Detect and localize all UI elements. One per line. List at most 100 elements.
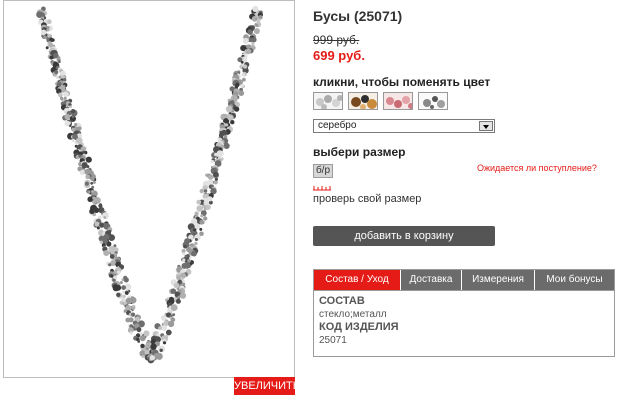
necklace-bead [91, 189, 95, 193]
necklace-bead [74, 123, 78, 127]
necklace-bead [94, 221, 100, 227]
necklace-bead [165, 329, 172, 336]
necklace-bead [156, 333, 160, 337]
necklace-bead [131, 312, 136, 317]
necklace-bead [207, 174, 214, 180]
necklace-bead [240, 84, 245, 88]
necklace-bead [90, 181, 94, 185]
swatch-brown[interactable] [348, 92, 378, 110]
necklace-bead [199, 188, 204, 194]
color-label: кликни, чтобы поменять цвет [313, 75, 491, 89]
necklace-bead [92, 196, 96, 200]
necklace-bead [109, 254, 115, 259]
product-image[interactable] [3, 0, 295, 378]
necklace-bead [175, 298, 181, 304]
product-code-heading: КОД ИЗДЕЛИЯ [319, 321, 399, 333]
necklace-bead [200, 220, 205, 225]
necklace-bead [92, 200, 96, 204]
necklace-bead [45, 46, 49, 50]
necklace-bead [79, 169, 86, 176]
size-label: выбери размер [313, 145, 406, 159]
necklace-bead [214, 177, 218, 181]
necklace-bead [213, 171, 219, 178]
necklace-bead [159, 348, 163, 352]
composition-heading: СОСТАВ [319, 295, 365, 307]
necklace-bead [98, 203, 103, 207]
necklace-bead [255, 23, 258, 27]
tab-content: СОСТАВ стекло;металл КОД ИЗДЕЛИЯ 25071 [314, 291, 614, 351]
tab-measurements[interactable]: Измерения [462, 270, 535, 290]
necklace-bead [210, 159, 214, 164]
necklace-bead [173, 282, 180, 289]
info-tabs: Состав / Уход Доставка Измерения Мои бон… [314, 270, 614, 291]
tab-bonuses[interactable]: Мои бонусы [535, 270, 614, 290]
tab-composition[interactable]: Состав / Уход [314, 270, 401, 290]
swatch-pink[interactable] [383, 92, 413, 110]
product-title: Бусы (25071) [313, 8, 403, 24]
necklace-bead [242, 37, 249, 44]
availability-link[interactable]: Ожидается ли поступление? [477, 163, 597, 173]
zoom-button[interactable]: УВЕЛИЧИТЬ [234, 377, 300, 395]
necklace-bead [223, 142, 230, 149]
necklace-bead [256, 18, 261, 23]
necklace-bead [69, 105, 72, 109]
necklace-bead [183, 244, 188, 249]
necklace-bead [86, 165, 90, 169]
necklace-bead [213, 180, 218, 185]
necklace-bead [49, 55, 54, 60]
chevron-down-icon[interactable] [479, 121, 493, 131]
necklace-bead [253, 28, 260, 35]
necklace-bead [182, 252, 186, 256]
necklace-bead [139, 335, 146, 342]
necklace-bead [207, 196, 213, 202]
swatch-silver[interactable] [313, 92, 343, 110]
necklace-bead [71, 139, 75, 143]
necklace-bead [172, 313, 176, 317]
necklace-bead [57, 92, 63, 98]
size-option[interactable]: б/р [313, 164, 333, 178]
necklace-bead [43, 35, 47, 40]
necklace-bead [99, 222, 105, 228]
check-size-link[interactable]: проверь свой размер [313, 193, 421, 205]
necklace-bead [140, 343, 145, 349]
necklace-bead [71, 115, 75, 119]
swatch-grey[interactable] [418, 92, 448, 110]
necklace-bead [199, 231, 204, 237]
necklace-bead [136, 327, 142, 333]
necklace-image [36, 5, 263, 364]
necklace-bead [241, 73, 245, 77]
necklace-bead [87, 190, 91, 194]
necklace-bead [225, 105, 233, 113]
necklace-bead [77, 126, 82, 131]
necklace-bead [194, 211, 199, 216]
product-code-value: 25071 [319, 335, 347, 346]
necklace-bead [47, 19, 52, 25]
necklace-bead [182, 258, 186, 262]
necklace-bead [240, 60, 244, 64]
necklace-bead [123, 309, 127, 313]
necklace-bead [203, 216, 208, 221]
necklace-bead [230, 120, 235, 125]
necklace-bead [167, 320, 175, 328]
necklace-bead [167, 308, 172, 313]
add-to-cart-button[interactable]: добавить в корзину [313, 226, 495, 246]
tab-delivery[interactable]: Доставка [401, 270, 462, 290]
necklace-bead [123, 301, 127, 305]
composition-value: стекло;металл [319, 309, 387, 320]
necklace-bead [103, 216, 107, 219]
color-select-value: серебро [318, 120, 357, 131]
necklace-bead [76, 137, 83, 144]
necklace-bead [129, 331, 133, 335]
necklace-bead [125, 317, 131, 323]
necklace-bead [99, 240, 103, 244]
necklace-bead [92, 180, 96, 184]
necklace-bead [103, 250, 110, 256]
necklace-bead [112, 284, 120, 292]
necklace-bead [245, 48, 252, 55]
color-select[interactable]: серебро [313, 119, 495, 133]
necklace-bead [178, 289, 182, 293]
necklace-bead [251, 37, 257, 43]
necklace-bead [121, 285, 126, 290]
necklace-bead [161, 325, 168, 331]
necklace-bead [177, 295, 181, 299]
